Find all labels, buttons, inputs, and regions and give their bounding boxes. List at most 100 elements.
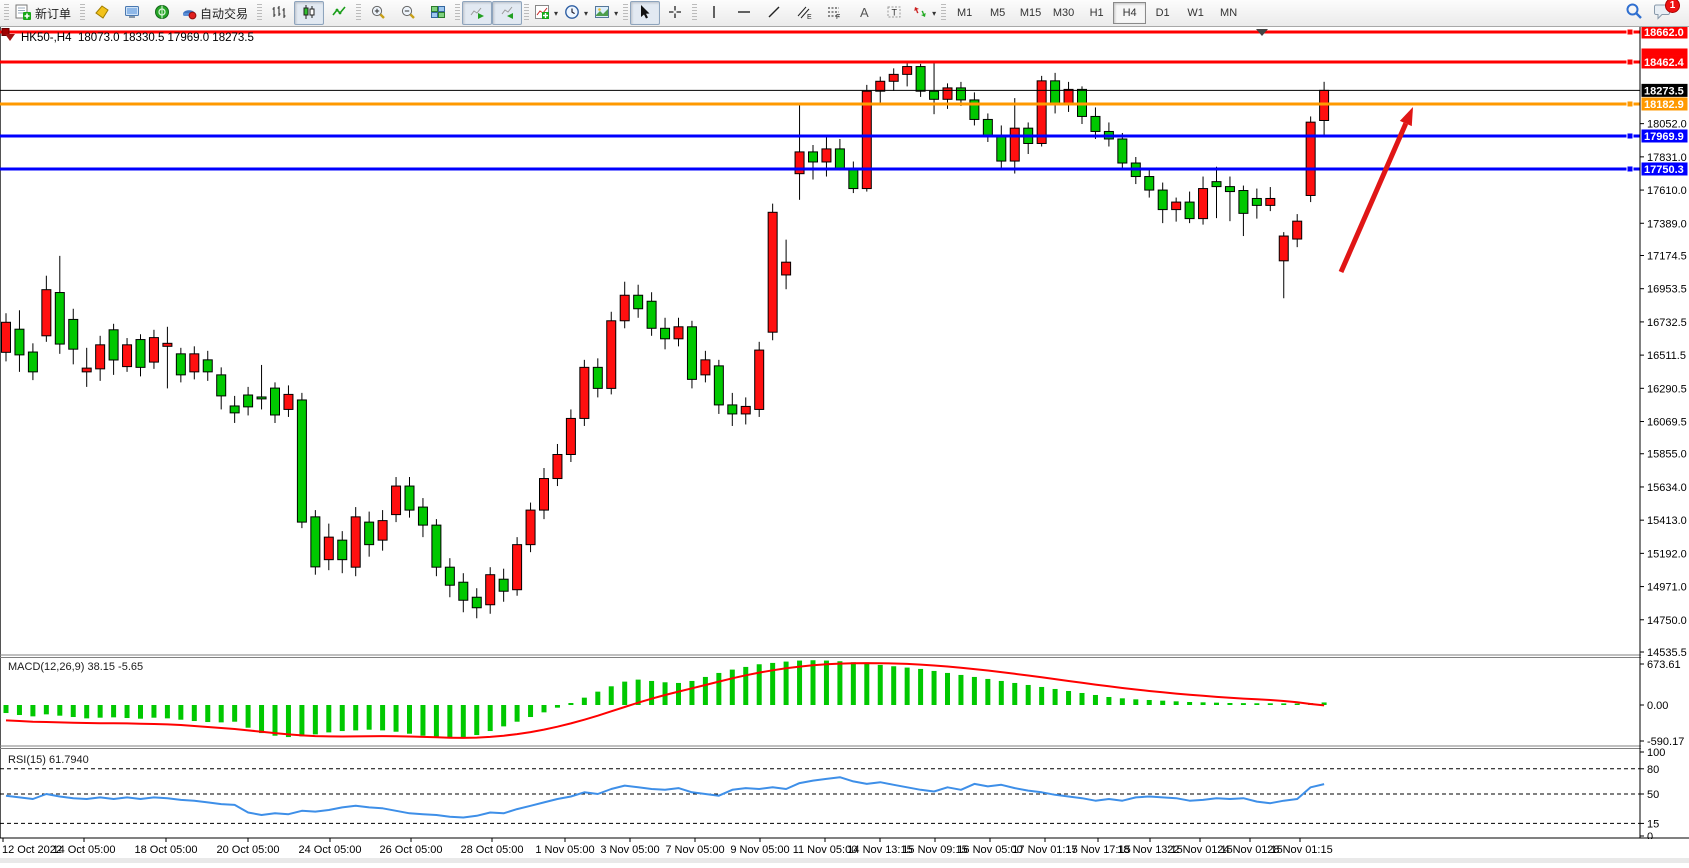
label-button[interactable]: T: [879, 1, 909, 25]
templates-button[interactable]: ▾: [591, 1, 621, 25]
trendline-button[interactable]: [759, 1, 789, 25]
window-bottom-strip: [0, 858, 1689, 863]
macd-histogram-bar: [219, 705, 224, 722]
price-tick-label: 15855.0: [1647, 449, 1687, 461]
bar-chart-button[interactable]: [264, 1, 294, 25]
timeframe-button-m30[interactable]: M30: [1047, 2, 1080, 24]
candle-body: [876, 81, 885, 91]
time-label: 14 Oct 05:00: [53, 844, 116, 856]
macd-histogram-bar: [1174, 701, 1179, 705]
candle-body: [647, 301, 656, 328]
fibo-icon: F: [826, 4, 842, 23]
candle-body: [190, 354, 199, 372]
candle-body: [1185, 202, 1194, 219]
tile-windows-button[interactable]: [423, 1, 453, 25]
price-tick-label: 14535.5: [1647, 647, 1687, 659]
candle-body: [916, 67, 925, 92]
candle-body: [956, 88, 965, 100]
navigator-button[interactable]: [147, 1, 177, 25]
macd-histogram-bar: [192, 705, 197, 721]
candle-body: [540, 479, 549, 511]
chart-title: HK50-,H4: [21, 32, 72, 44]
candlestick-button[interactable]: [294, 1, 324, 25]
macd-histogram-bar: [232, 705, 237, 722]
market-watch-button[interactable]: [117, 1, 147, 25]
price-tick-label: 16290.5: [1647, 383, 1687, 395]
cursor-button[interactable]: [630, 1, 660, 25]
vertical-line-button[interactable]: [699, 1, 729, 25]
timeframe-button-h4[interactable]: H4: [1113, 2, 1146, 24]
price-label-18662.0: 18662.0: [1644, 27, 1684, 39]
channel-button[interactable]: E: [789, 1, 819, 25]
candle-body: [392, 486, 401, 515]
periods-button[interactable]: ▾: [561, 1, 591, 25]
auto-trading-button[interactable]: 自动交易: [177, 1, 255, 25]
macd-histogram-bar: [1080, 693, 1085, 705]
macd-histogram-bar: [178, 705, 183, 720]
new-order-button-label: 新订单: [35, 5, 71, 22]
price-tick-label: 14750.0: [1647, 615, 1687, 627]
timeframe-button-m15[interactable]: M15: [1014, 2, 1047, 24]
candle-body: [1266, 198, 1275, 205]
timeframe-button-mn[interactable]: MN: [1212, 2, 1245, 24]
symbols-button[interactable]: [87, 1, 117, 25]
zoom-out-icon: [400, 4, 416, 23]
rsi-axis-label: 50: [1647, 789, 1659, 801]
chart-shift-icon: [499, 4, 515, 23]
horizontal-line-button[interactable]: [729, 1, 759, 25]
chart-window[interactable]: HK50-,H418073.0 18330.5 17969.0 18273.5M…: [0, 27, 1689, 863]
candle-body: [674, 327, 683, 339]
macd-histogram-bar: [259, 705, 264, 733]
macd-histogram-bar: [1093, 695, 1098, 705]
chart-canvas[interactable]: HK50-,H418073.0 18330.5 17969.0 18273.5M…: [0, 27, 1689, 863]
price-label-18273.5: 18273.5: [1644, 85, 1684, 97]
candle-body: [149, 338, 158, 362]
candle-body: [15, 329, 24, 355]
macd-histogram-bar: [824, 661, 829, 705]
level-line-marker: [1627, 101, 1633, 107]
candle-body: [176, 354, 185, 375]
line-chart-button[interactable]: [324, 1, 354, 25]
text-button[interactable]: A: [849, 1, 879, 25]
macd-histogram-bar: [474, 705, 479, 735]
macd-histogram-bar: [326, 705, 331, 732]
candle-body: [1172, 202, 1181, 210]
arrows-button[interactable]: ▾: [909, 1, 939, 25]
chart-shift-button[interactable]: [492, 1, 522, 25]
toolbar-right: 1: [1625, 2, 1687, 25]
macd-histogram-bar: [1268, 703, 1273, 705]
toolbar-group-grip: [455, 4, 460, 22]
macd-histogram-bar: [1201, 702, 1206, 705]
timeframe-button-m5[interactable]: M5: [981, 2, 1014, 24]
price-tick-label: 17174.5: [1647, 250, 1687, 262]
macd-histogram-bar: [932, 671, 937, 705]
candle-body: [714, 366, 723, 405]
timeframe-button-h1[interactable]: H1: [1080, 2, 1113, 24]
macd-histogram-bar: [1147, 700, 1152, 705]
auto-scroll-button[interactable]: [462, 1, 492, 25]
timeframe-button-m1[interactable]: M1: [948, 2, 981, 24]
search-icon[interactable]: [1625, 2, 1643, 25]
fibonacci-button[interactable]: F: [819, 1, 849, 25]
timeframe-button-w1[interactable]: W1: [1179, 2, 1212, 24]
candle-body: [849, 169, 858, 189]
candle-body: [1225, 187, 1234, 192]
crosshair-button[interactable]: [660, 1, 690, 25]
macd-histogram-bar: [1066, 691, 1071, 705]
price-axis[interactable]: [1641, 27, 1689, 838]
notifications-button[interactable]: 1: [1653, 2, 1673, 25]
zoom-in-button[interactable]: [363, 1, 393, 25]
timeframe-button-d1[interactable]: D1: [1146, 2, 1179, 24]
time-label: 18 Oct 05:00: [135, 844, 198, 856]
macd-histogram-bar: [17, 705, 22, 715]
macd-histogram-bar: [891, 666, 896, 705]
toolbar-group-grip: [524, 4, 529, 22]
candle-body: [297, 400, 306, 522]
indicators-button[interactable]: ▾: [531, 1, 561, 25]
zoom-out-button[interactable]: [393, 1, 423, 25]
new-order-button[interactable]: 新订单: [11, 1, 78, 25]
macd-histogram-bar: [1026, 685, 1031, 705]
macd-histogram-bar: [1295, 704, 1300, 705]
rsi-axis-label: 100: [1647, 747, 1665, 759]
candle-body: [1091, 116, 1100, 131]
